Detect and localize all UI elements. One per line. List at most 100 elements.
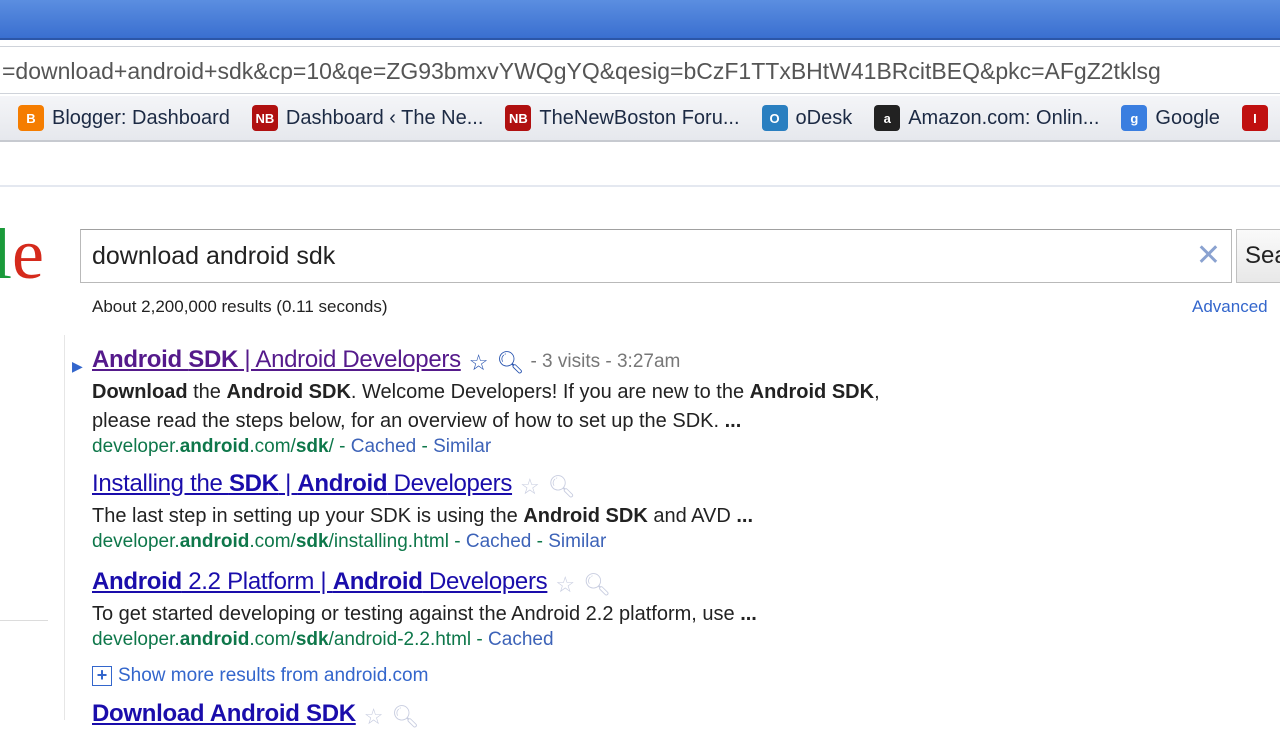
separator: - [471,628,489,650]
url-segment: /android-2.2.html [328,628,472,650]
title-segment: SDK [188,346,239,373]
title-segment: Android [297,470,388,497]
result-similar-link[interactable]: Similar [548,531,606,552]
odesk-icon: O [761,105,788,131]
magnifier-icon[interactable]: 🔍︎ [392,704,420,730]
search-input[interactable]: download android sdk ✕ [80,229,1232,283]
result-snippet: To get started developing or testing aga… [92,602,757,627]
search-button[interactable]: Sea [1236,229,1280,283]
clear-icon[interactable]: ✕ [1196,230,1221,282]
url-segment: .com/ [249,530,296,552]
url-segment: android [179,628,250,650]
title-segment: Developers [422,568,548,595]
separator: - [416,435,434,457]
url-segment: developer. [92,530,180,552]
url-segment: .com/ [249,435,296,457]
result-stats: About 2,200,000 results (0.11 seconds) [92,297,388,316]
bookmark-item[interactable]: B Blogger: Dashboard [18,105,230,131]
divider [64,335,65,720]
result-snippet: Download the Android SDK. Welcome Develo… [92,380,880,405]
result-cached-link[interactable]: Cached [466,531,532,552]
snippet-segment: Android SDK [523,504,648,527]
snippet-segment: , [874,380,880,403]
bookmark-item[interactable]: a Amazon.com: Onlin... [874,105,1099,131]
result-title-link[interactable]: Download Android SDK [92,700,356,727]
result-snippet: The last step in setting up your SDK is … [92,504,753,529]
title-segment: | Android Developers [238,346,461,373]
snippet-segment: ... [724,409,742,432]
bookmarks-bar: B Blogger: Dashboard NB Dashboard ‹ The Ne.… [0,96,1280,142]
snippet-segment: . Welcome Developers! If you are new to … [350,380,750,403]
star-icon[interactable]: ☆ [520,474,540,500]
newboston-icon: NB [505,105,532,131]
magnifier-icon[interactable]: 🔍︎ [548,474,576,500]
bookmark-item[interactable]: I [1241,105,1268,131]
title-segment: Android [332,568,423,595]
url-segment: sdk [295,435,329,457]
bookmark-item[interactable]: g Google [1121,105,1220,131]
separator: - [531,530,549,552]
search-result: Installing the SDK | Android Developers ☆… [92,470,753,554]
bookmark-item[interactable]: OoDesk [761,105,853,131]
newboston-icon: NB [251,105,278,131]
magnifier-icon[interactable]: 🔍︎ [583,572,611,598]
result-similar-link[interactable]: Similar [433,436,491,457]
result-title-link[interactable]: Android SDK | Android Developers [92,346,461,373]
url-segment: .com/ [249,628,296,650]
result-title-link[interactable]: Installing the SDK | Android Developers [92,470,512,497]
plus-icon: + [92,666,112,686]
snippet-segment: please read the steps below, for an over… [92,409,725,432]
separator: - [333,435,351,457]
result-cached-link[interactable]: Cached [351,436,417,457]
bookmark-label: Amazon.com: Onlin... [908,106,1100,129]
bookmark-item[interactable]: NB Dashboard ‹ The Ne... [251,105,484,131]
google-logo[interactable]: le [0,218,44,290]
url-segment: developer. [92,628,180,650]
visit-info: - 3 visits - 3:27am [530,351,681,372]
google-icon: g [1121,105,1148,131]
star-icon[interactable]: ☆ [555,572,575,598]
amazon-icon: a [874,105,901,131]
show-more-results-link[interactable]: + Show more results from android.com [92,665,428,687]
bookmark-label: TheNewBoston Foru... [539,106,740,129]
separator: - [448,530,466,552]
result-preview-arrow-icon[interactable]: ▶ [72,358,83,375]
result-url: developer.android.com/sdk/installing.htm… [92,529,753,554]
title-segment: SDK [228,470,279,497]
title-segment: Download Android SDK [92,700,356,727]
snippet-segment: the [187,380,227,403]
snippet-segment: To get started developing or testing aga… [92,602,741,625]
result-title-link[interactable]: Android 2.2 Platform | Android Developer… [92,568,548,595]
bookmark-label: Blogger: Dashboard [52,106,230,129]
bookmark-label: oDesk [795,106,853,129]
title-segment: 2.2 Platform | [181,568,333,595]
title-segment: Developers [387,470,513,497]
snippet-segment: Download [92,380,188,403]
divider [0,620,48,621]
star-icon[interactable]: ☆ [364,704,384,730]
result-cached-link[interactable]: Cached [488,629,554,650]
url-segment: /installing.html [328,530,449,552]
snippet-segment: and AVD [647,504,737,527]
url-segment: android [179,435,250,457]
address-bar[interactable]: =download+android+sdk&cp=10&qe=ZG93bmxvY… [0,46,1280,94]
search-result: Android 2.2 Platform | Android Developer… [92,568,757,652]
bookmark-label: Dashboard ‹ The Ne... [285,106,484,129]
snippet-segment: Android SDK [749,380,875,403]
snippet-segment: ... [736,504,754,527]
title-segment: Android [92,346,189,373]
magnifier-icon[interactable]: 🔍︎ [497,350,525,376]
url-segment: developer. [92,435,180,457]
advanced-search-link[interactable]: Advanced [1192,297,1268,317]
title-segment: Installing the [92,470,229,497]
window-title-bar [0,0,1280,40]
result-url: developer.android.com/sdk/ - Cached - Si… [92,434,880,459]
url-segment: android [179,530,250,552]
star-icon[interactable]: ☆ [469,350,489,376]
url-segment: sdk [295,628,329,650]
divider [0,185,1280,187]
search-query: download android sdk [92,242,336,270]
result-url: developer.android.com/sdk/android-2.2.ht… [92,627,757,652]
bookmark-item[interactable]: NB TheNewBoston Foru... [505,105,740,131]
bookmark-label: Google [1155,106,1220,129]
